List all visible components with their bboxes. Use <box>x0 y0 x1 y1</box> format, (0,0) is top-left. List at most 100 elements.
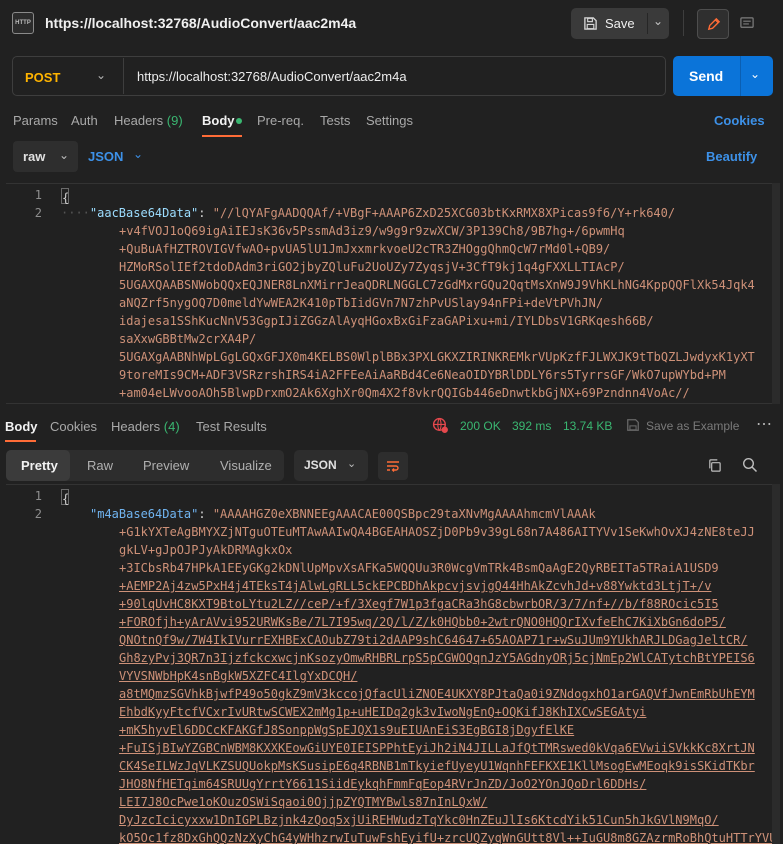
response-body-viewer[interactable]: 1 2 { "m4aBase64Data": "AAAAHGZ0eXBNNEEg… <box>6 484 772 844</box>
request-json-value-line: 5UGAXgAABNhWpLGgLGQxGFJX0m4KELBS0WlplBBx… <box>119 350 755 364</box>
send-button-group: Send ⌄ <box>673 56 773 96</box>
save-example-icon <box>627 419 639 431</box>
title-bar: HTTP https://localhost:32768/AudioConver… <box>0 0 783 46</box>
code-line-key: ····"aacBase64Data": "//lQYAFgAADQQAf/+V… <box>61 206 676 220</box>
request-editor-scrollbar[interactable] <box>772 183 780 404</box>
tab-headers-label: Headers <box>114 113 164 128</box>
request-json-value-line: saXxwGBBtMw2crXA4P/ <box>119 332 257 346</box>
save-icon <box>584 17 597 30</box>
pencil-icon <box>707 17 721 31</box>
line-number: 1 <box>34 489 42 503</box>
response-format-label: JSON <box>304 458 337 472</box>
tab-settings[interactable]: Settings <box>366 113 413 128</box>
method-chevron-down-icon[interactable]: ⌄ <box>96 68 106 82</box>
response-viewer-scrollbar[interactable] <box>772 484 780 844</box>
response-json-value-line: +FOROfjh+yArAVvi952URWKsBe/7L7I95wq/2Q/l… <box>119 615 726 629</box>
toolbar-divider <box>683 10 684 36</box>
save-dropdown-chevron-icon[interactable]: ⌄ <box>653 14 663 28</box>
response-json-value-line: +3ICbsRb47HPkA1EEyGKg2kDNlUpMpvXsAFKa5WQ… <box>119 561 719 575</box>
code-line-key: "m4aBase64Data": "AAAAHGZ0eXBNNEEgAAACAE… <box>90 507 596 521</box>
response-tab-headers-label: Headers <box>111 419 161 434</box>
send-button[interactable]: Send <box>689 68 723 84</box>
save-divider <box>647 13 648 34</box>
body-mode-chevron-icon: ⌄ <box>59 148 70 162</box>
save-button[interactable]: Save <box>571 8 647 39</box>
response-json-value-line: CK4SeILWzJqVLKZSUQUokpMsKSusipE6q4RBNB1m… <box>119 759 755 773</box>
request-title[interactable]: https://localhost:32768/AudioConvert/aac… <box>45 15 356 31</box>
response-time[interactable]: 392 ms <box>512 419 551 433</box>
request-json-value-line: HZMoRSolIEf2tdoDAdm3riGO2jbyZQluFu2UoUZy… <box>119 260 625 274</box>
tab-prereq[interactable]: Pre-req. <box>257 113 304 128</box>
body-language-select[interactable]: JSON <box>88 149 123 164</box>
wrap-lines-button[interactable] <box>378 452 408 480</box>
tab-body[interactable]: Body <box>202 113 235 128</box>
request-json-value-line: "//lQYAFgAADQQAf/+VBgF+AAAP6ZxD25XCG03bt… <box>212 206 676 220</box>
response-json-value-line: gkLV+gJpOJPJyAkDRMAgkxOx <box>119 543 293 557</box>
response-json-value-line: +90lqUvHC8KXT9BtoLYtu2LZ//ceP/+f/3Xegf7W… <box>119 597 719 611</box>
line-number: 2 <box>34 507 42 521</box>
method-select[interactable]: POST <box>25 70 60 85</box>
code-line-open-brace: { <box>61 186 69 205</box>
response-json-value-line: Gh8zyPvj3QR7n3IjzfckcxwcjnKsozyOmwRHBRLr… <box>119 651 755 665</box>
response-format-chevron-icon: ⌄ <box>347 458 357 470</box>
tab-auth[interactable]: Auth <box>71 113 98 128</box>
response-tab-headers-count: (4) <box>163 419 180 434</box>
request-json-value-line: +am04eLWvooAOh5BlwpDrxmO2Ak6XghXr0Qm4X2f… <box>119 386 690 400</box>
response-json-value-line: DyJzcIcicyxxw1DnIGPLBzjnk4zQoq5xjUiREHWu… <box>119 813 719 827</box>
globe-icon[interactable] <box>432 417 449 434</box>
body-indicator-dot <box>236 118 242 124</box>
response-size[interactable]: 13.74 KB <box>563 419 612 433</box>
response-json-value-line: +FuISjBIwYZGBCnWBM8KXXKEowGiUYE0IEISPPht… <box>119 741 755 755</box>
tab-params[interactable]: Params <box>13 113 58 128</box>
response-tab-test-results[interactable]: Test Results <box>196 419 267 434</box>
edit-button[interactable] <box>697 9 729 39</box>
request-json-value-line: +v4fVOJ1oQ69igAiIEJsK36v5PssmAd3iz9/w9g9… <box>119 224 625 238</box>
line-number: 1 <box>34 188 42 202</box>
body-language-chevron-icon[interactable]: ⌄ <box>133 147 143 161</box>
url-input[interactable]: https://localhost:32768/AudioConvert/aac… <box>137 69 407 84</box>
response-json-value-line: "AAAAHGZ0eXBNNEEgAAACAE00QSBpc29taXNvMgA… <box>212 507 596 521</box>
search-icon[interactable] <box>742 457 758 473</box>
response-tab-body[interactable]: Body <box>5 419 38 434</box>
code-line-open-brace: { <box>61 487 69 506</box>
tab-headers[interactable]: Headers (9) <box>114 113 183 128</box>
more-options-icon[interactable]: ⋯ <box>756 414 773 434</box>
response-active-tab-underline <box>5 440 36 442</box>
response-status[interactable]: 200 OK <box>460 419 501 433</box>
tab-tests[interactable]: Tests <box>320 113 350 128</box>
request-json-value-line: idajesa1SShKucNnV53GgpIJiZGGzAlAyqHGoxBx… <box>119 314 654 328</box>
request-json-value-line: 9toreMIs9CM+ADF3VSRzrshIRS4iA2FFEeAiAaRB… <box>119 368 726 382</box>
wrap-lines-icon <box>387 461 399 472</box>
view-tab-preview[interactable]: Preview <box>143 458 189 473</box>
beautify-button[interactable]: Beautify <box>706 149 757 164</box>
body-mode-select[interactable]: raw ⌄ <box>13 141 78 172</box>
response-json-value-line: +G1kYXTeAgBMYXZjNTguOTEuMTAwAAIwQA4BGEAH… <box>119 525 755 539</box>
response-json-value-line: +AEMP2Aj4zw5PxH4j4TEksT4jAlwLgRLL5ckEPCB… <box>119 579 712 593</box>
body-mode-label: raw <box>23 149 46 164</box>
copy-icon[interactable] <box>707 458 722 473</box>
view-tab-visualize[interactable]: Visualize <box>220 458 272 473</box>
view-tab-pretty[interactable]: Pretty <box>21 458 58 473</box>
save-button-group: Save ⌄ <box>571 8 669 39</box>
response-tab-cookies[interactable]: Cookies <box>50 419 97 434</box>
response-tab-headers[interactable]: Headers (4) <box>111 419 180 434</box>
save-as-example-button[interactable]: Save as Example <box>646 419 739 433</box>
view-tab-raw[interactable]: Raw <box>87 458 113 473</box>
comment-icon <box>740 17 754 28</box>
response-json-value-line: JHO8NfHETqim64SRUUgYrrtY6611SiidEykqhFmm… <box>119 777 647 791</box>
response-json-value-line: QNOtnQf9w/7W4IkIVurrEXHBExCAOubZ79ti2dAA… <box>119 633 748 647</box>
request-json-key: "aacBase64Data" <box>89 206 199 220</box>
response-json-value-line: a8tMQmzSGVhkBjwfP49o50gkZ9mV3kccojQfacUl… <box>119 687 755 701</box>
comments-button[interactable] <box>731 9 763 39</box>
request-json-value-line: +QuBuAfHZTROVIGVfwAO+pvUA5lU1JmJxxmrkvoe… <box>119 242 611 256</box>
response-format-select[interactable]: JSON ⌄ <box>294 450 368 481</box>
active-tab-underline <box>202 135 242 137</box>
request-json-value-line: aNQZrf5nygOQ7D0meldYwWEA2K410pTbIidGVn7N… <box>119 296 604 310</box>
url-bar: POST ⌄ https://localhost:32768/AudioConv… <box>12 56 666 96</box>
response-json-value-line: EhbdKyyFtcfVCxrIvURtwSCWEX2mMg1p+uHEIDq2… <box>119 705 647 719</box>
send-chevron-down-icon[interactable]: ⌄ <box>750 67 760 81</box>
cookies-link[interactable]: Cookies <box>714 113 765 128</box>
request-json-value-line: 5UGAXQAABSNWobQQxEQJNER8LnXMirrJeaQDRLNG… <box>119 278 755 292</box>
response-json-value-line: VYVSNWbHpK4snBgkW5XZFC4IlgYxDCQH/ <box>119 669 358 683</box>
request-body-editor[interactable]: 1 2 { ····"aacBase64Data": "//lQYAFgAADQ… <box>6 183 772 404</box>
